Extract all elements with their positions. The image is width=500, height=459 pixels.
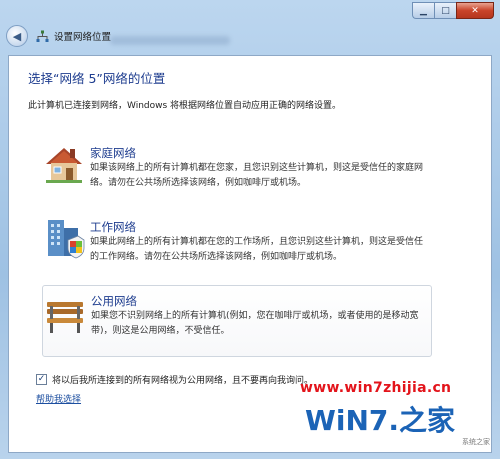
back-button[interactable]: ◀ xyxy=(6,25,28,47)
checkmark-icon: ✓ xyxy=(37,374,46,384)
title-bar: ▁ □ ✕ ◀ 设置网络位置 xyxy=(0,0,500,52)
watermark-logo-text: WiN7.之家 xyxy=(305,404,455,437)
option-work-network[interactable]: 工作网络 如果此网络上的所有计算机都在您的工作场所，且您识别这些计算机，则这是受… xyxy=(42,212,432,274)
house-icon xyxy=(46,148,82,183)
watermark-url: www.win7zhijia.cn xyxy=(300,380,452,396)
treat-all-public-label[interactable]: 将以后我所连接到的所有网络视为公用网络，且不要再向我询问。 xyxy=(52,373,313,386)
option-public-network[interactable]: 公用网络 如果您不识别网络上的所有计算机(例如，您在咖啡厅或机场，或者使用的是移… xyxy=(42,285,432,357)
option-home-text: 如果该网络上的所有计算机都在您家，且您识别这些计算机，则这是受信任的家庭网络。请… xyxy=(90,163,424,188)
blurred-caption xyxy=(110,36,230,45)
help-me-choose-link[interactable]: 帮助我选择 xyxy=(36,392,81,405)
treat-all-public-checkbox[interactable]: ✓ xyxy=(36,374,47,385)
window-title: 设置网络位置 xyxy=(54,32,112,43)
page-description: 此计算机已连接到网络，Windows 将根据网络位置自动应用正确的网络设置。 xyxy=(28,101,342,111)
network-icon xyxy=(36,30,49,42)
navigation-row: ◀ 设置网络位置 xyxy=(6,25,111,47)
treat-all-public-checkbox-row[interactable]: ✓ 将以后我所连接到的所有网络视为公用网络，且不要再向我询问。 xyxy=(36,373,313,386)
back-arrow-icon: ◀ xyxy=(12,29,22,43)
option-public-title: 公用网络 xyxy=(91,294,137,308)
option-public-text: 如果您不识别网络上的所有计算机(例如，您在咖啡厅或机场，或者使用的是移动宽带)，… xyxy=(91,311,419,336)
window-frame: ▁ □ ✕ ◀ 设置网络位置 选择“网络 5”网络的位置 此计算机已连接到网络，… xyxy=(0,0,500,459)
park-bench-icon xyxy=(47,302,83,333)
minimize-button[interactable]: ▁ xyxy=(412,2,434,19)
close-button[interactable]: ✕ xyxy=(456,2,494,19)
option-home-network[interactable]: 家庭网络 如果该网络上的所有计算机都在您家，且您识别这些计算机，则这是受信任的家… xyxy=(42,138,432,198)
option-work-title: 工作网络 xyxy=(90,220,136,234)
option-work-text: 如果此网络上的所有计算机都在您的工作场所，且您识别这些计算机，则这是受信任的工作… xyxy=(90,237,424,262)
option-home-title: 家庭网络 xyxy=(90,146,136,160)
watermark-tag: 系统之家 xyxy=(462,438,490,446)
office-building-icon xyxy=(48,220,85,259)
maximize-button[interactable]: □ xyxy=(434,2,456,19)
window-controls: ▁ □ ✕ xyxy=(412,2,494,19)
watermark-logo: WiN7.之家 xyxy=(305,404,455,437)
page-heading: 选择“网络 5”网络的位置 xyxy=(28,71,166,86)
